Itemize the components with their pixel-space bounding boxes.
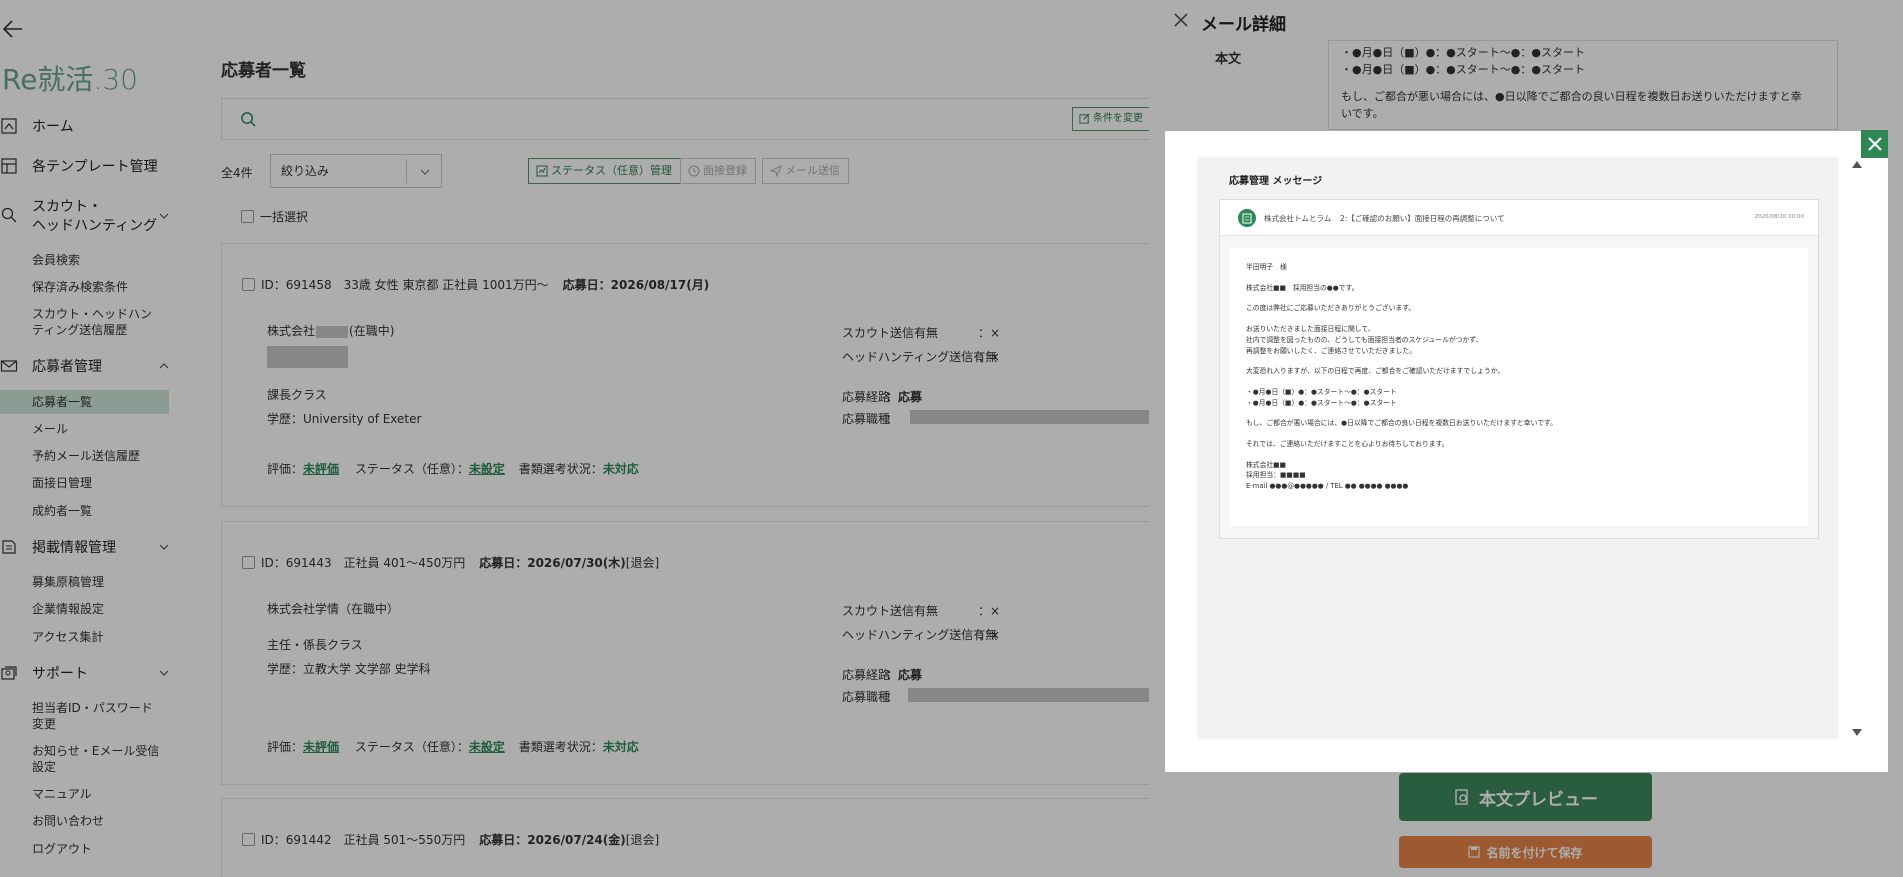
modal-close-button[interactable] [1861,130,1888,158]
message-preview-modal: 応募管理 メッセージ 株式会社トムとラム 2:【ご確認のお願い】面接日程の再調整… [1165,131,1888,772]
close-icon [1867,137,1882,151]
mail-date: 2026/08/20 00:00 [1754,214,1804,220]
preview-heading: 応募管理 メッセージ [1229,176,1323,187]
mail-card: 株式会社トムとラム 2:【ご確認のお願い】面接日程の再調整について 2026/0… [1219,199,1819,539]
preview-frame: 応募管理 メッセージ 株式会社トムとラム 2:【ご確認のお願い】面接日程の再調整… [1197,157,1839,739]
scroll-down-arrow[interactable] [1852,729,1862,736]
mail-subject: 2:【ご確認のお願い】面接日程の再調整について [1340,214,1505,223]
building-icon [1242,213,1252,224]
mail-header: 株式会社トムとラム 2:【ご確認のお願い】面接日程の再調整について 2026/0… [1220,200,1818,236]
company-avatar [1238,209,1256,227]
scroll-up-arrow[interactable] [1852,161,1862,168]
mail-body: 半田明子 様 株式会社■■ 採用担当の●●です。 この度は弊社にご応募いただきあ… [1230,248,1808,526]
mail-company: 株式会社トムとラム [1264,214,1332,223]
